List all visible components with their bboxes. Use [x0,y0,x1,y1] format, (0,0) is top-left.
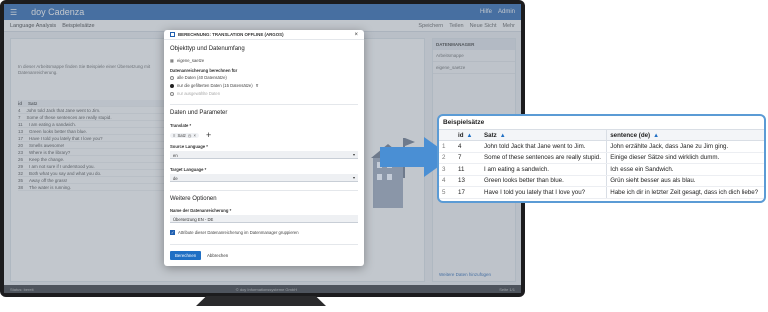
scope-option-selected[interactable]: nur ausgewählte Daten [170,91,220,96]
table-icon: ▦ [170,58,174,63]
calculation-dialog: BERECHNUNG: TRANSLATION OFFLINE (ARGOS) … [164,30,364,266]
monitor-stand [196,296,326,306]
cell-de: John erzählte Jack, dass Jane zu Jim gin… [606,140,764,153]
enrichment-name-label: Name der Datenanreicherung * [170,208,232,213]
divider [170,244,358,245]
filter-icon: ⊽ [255,83,259,88]
chip-options-icon[interactable]: ◷ [188,133,192,138]
sort-asc-icon[interactable]: ▲ [653,133,659,139]
source-language-label: Source Language * [170,144,208,149]
cancel-button[interactable]: Abbrechen [204,251,231,260]
cell-id: 11 [455,163,481,176]
calculator-icon [170,32,175,37]
text-attribute-icon: ≡ [173,132,176,138]
section-parameters: Daten und Parameter [170,110,228,116]
scope-option-all[interactable]: alle Daten (40 Datensätze) [170,75,227,80]
result-table-header: id ▲ Satz ▲ sentence (de) ▲ [439,129,764,141]
section-object-type: Objekttyp und Datenumfang [170,46,245,52]
sort-asc-icon[interactable]: ▲ [467,133,473,139]
result-row[interactable]: 3 11 I am eating a sandwich. Ich esse ein S… [439,163,764,176]
divider [170,104,358,105]
dialog-title: BERECHNUNG: TRANSLATION OFFLINE (ARGOS) [178,32,284,37]
cell-de: Grün sieht besser aus als blau. [606,175,764,187]
result-table-body: 1 4 John told Jack that Jane went to Jim. J… [439,140,764,199]
divider [170,190,358,191]
cell-satz: Have I told you lately that I love you? [481,186,607,199]
radio-button[interactable] [170,91,174,96]
column-header-id[interactable]: id ▲ [455,129,481,141]
cell-n: 5 [439,186,455,199]
translate-field[interactable]: ≡ Satz ◷ × + [170,130,211,140]
radio-button[interactable] [170,83,174,88]
target-language-label: Target Language * [170,167,207,172]
result-table: id ▲ Satz ▲ sentence (de) ▲ 1 4 John told Jac… [439,129,764,199]
add-attribute-icon[interactable]: + [206,130,211,140]
chevron-down-icon: ▾ [352,152,355,157]
cell-n: 4 [439,175,455,187]
result-table-title: Beispielsätze [443,119,485,126]
radio-button[interactable] [170,75,174,80]
cell-n: 1 [439,140,455,153]
cell-id: 17 [455,186,481,199]
scope-option-filtered[interactable]: nur die gefilterten Daten (15 Datensätze… [170,83,259,88]
attribute-chip[interactable]: ≡ Satz ◷ × [170,132,199,138]
cell-de: Ich esse ein Sandwich. [606,163,764,176]
result-table-callout: Beispielsätze id ▲ Satz ▲ sentence (de) ▲ 1… [437,114,766,203]
result-row[interactable]: 1 4 John told Jack that Jane went to Jim. J… [439,140,764,153]
result-row[interactable]: 5 17 Have I told you lately that I love yo… [439,186,764,199]
compute-button[interactable]: Berechnen [170,251,202,260]
scope-label: Datenanreicherung berechnen für [170,68,238,73]
target-language-select[interactable]: de ▾ [170,174,358,182]
cell-id: 4 [455,140,481,153]
chip-remove-icon[interactable]: × [194,133,196,138]
column-header-sentence-de[interactable]: sentence (de) ▲ [606,129,764,141]
stage: ☰ doy Cadenza Hilfe Admin Language Analy… [0,0,768,312]
result-row[interactable]: 4 13 Green looks better than blue. Grün sie… [439,175,764,187]
translate-label: Translate * [170,123,192,128]
dialog-header: BERECHNUNG: TRANSLATION OFFLINE (ARGOS) … [164,30,364,40]
sort-asc-icon[interactable]: ▲ [500,133,506,139]
cell-satz: Some of these sentences are really stupi… [481,152,607,164]
enrichment-name-input[interactable]: Übersetzung EN - DE [170,215,358,223]
column-header-satz[interactable]: Satz ▲ [481,129,607,141]
cell-id: 7 [455,152,481,164]
cell-de: Einige dieser Sätze sind wirklich dumm. [606,152,764,164]
chevron-down-icon: ▾ [352,175,355,180]
cell-n: 3 [439,163,455,176]
object-type-value[interactable]: ▦ eigene_saetze [170,58,204,63]
section-options: Weitere Optionen [170,196,217,202]
cell-n: 2 [439,152,455,164]
cell-satz: Green looks better than blue. [481,175,607,187]
cell-satz: John told Jack that Jane went to Jim. [481,140,607,153]
cell-satz: I am eating a sandwich. [481,163,607,176]
column-header-rownum [439,129,455,141]
source-language-select[interactable]: en ▾ [170,151,358,159]
result-row[interactable]: 2 7 Some of these sentences are really stu… [439,152,764,164]
cell-de: Habe ich dir in letzter Zeit gesagt, das… [606,186,764,199]
close-icon[interactable]: × [354,32,358,38]
checkbox[interactable]: ✓ [170,230,175,235]
cell-id: 13 [455,175,481,187]
group-attributes-option[interactable]: ✓ Attribute dieser Datenanreicherung im … [170,230,299,235]
